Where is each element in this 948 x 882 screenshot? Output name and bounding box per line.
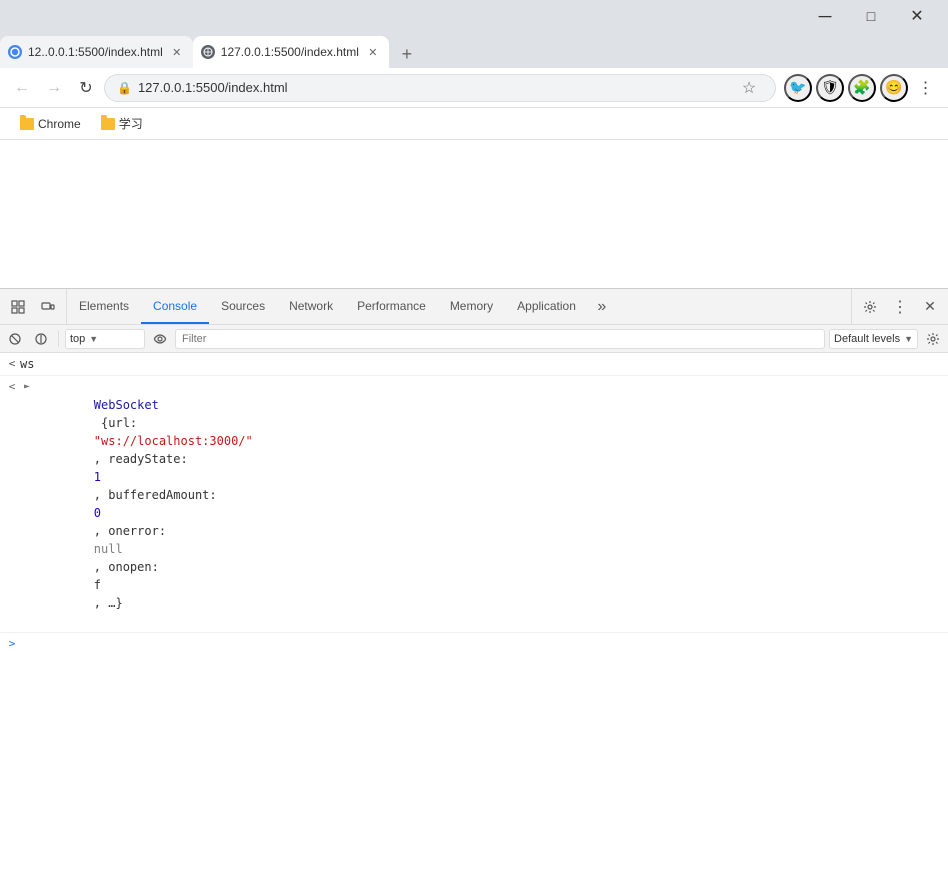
nav-bar: ← → ↻ 🔒 127.0.0.1:5500/index.html ☆ 🐦 🛡 … xyxy=(0,68,948,108)
extensions-area: 🐦 🛡 🧩 😊 xyxy=(784,74,908,102)
tab-memory[interactable]: Memory xyxy=(438,289,505,324)
chrome-menu-button[interactable]: ⋮ xyxy=(912,74,940,102)
tab-title-1: 12..0.0.1:5500/index.html xyxy=(28,45,163,59)
bookmark-folder-icon-study xyxy=(101,118,115,130)
ws-ready-state-key: , readyState: xyxy=(94,452,195,466)
window-controls: ─ □ ✕ xyxy=(802,0,940,32)
console-output: < ws < ► WebSocket {url: "ws://localhost… xyxy=(0,353,948,882)
tab-performance[interactable]: Performance xyxy=(345,289,438,324)
console-line-ws: < ws xyxy=(0,353,948,376)
devtools-right-actions: ⋮ ✕ xyxy=(851,289,948,324)
level-select-value: Default levels xyxy=(834,333,900,345)
extension-twitter-button[interactable]: 🐦 xyxy=(784,74,812,102)
browser-tab-1[interactable]: 12..0.0.1:5500/index.html ✕ xyxy=(0,36,193,68)
ws-type-label: WebSocket xyxy=(94,398,159,412)
level-select-arrow-icon: ▼ xyxy=(904,334,913,344)
devtools-panel: Elements Console Sources Network Perform… xyxy=(0,288,948,882)
title-bar: ─ □ ✕ xyxy=(0,0,948,32)
tab-elements[interactable]: Elements xyxy=(67,289,141,324)
extension-emoji-button[interactable]: 😊 xyxy=(880,74,908,102)
tab-title-2: 127.0.0.1:5500/index.html xyxy=(221,45,359,59)
minimize-button[interactable]: ─ xyxy=(802,0,848,32)
tab-favicon-1 xyxy=(8,45,22,59)
back-button[interactable]: ← xyxy=(8,74,36,102)
console-text-websocket: WebSocket {url: "ws://localhost:3000/" ,… xyxy=(36,378,253,630)
maximize-button[interactable]: □ xyxy=(848,0,894,32)
forward-button[interactable]: → xyxy=(40,74,68,102)
ws-ellipsis: , …} xyxy=(94,596,123,610)
inspect-element-button[interactable] xyxy=(4,293,32,321)
console-text-ws: ws xyxy=(20,355,34,373)
filter-input[interactable] xyxy=(175,329,825,349)
context-select-arrow-icon: ▼ xyxy=(89,334,98,344)
address-text: 127.0.0.1:5500/index.html xyxy=(138,80,729,95)
close-button[interactable]: ✕ xyxy=(894,0,940,32)
ws-onopen-value: f xyxy=(94,578,101,592)
devtools-tab-bar: Elements Console Sources Network Perform… xyxy=(0,289,948,325)
ws-brace-open: {url: xyxy=(94,416,145,430)
tab-console[interactable]: Console xyxy=(141,289,209,324)
devtools-left-actions xyxy=(0,289,67,324)
console-prompt-line: > xyxy=(0,633,948,653)
address-bar[interactable]: 🔒 127.0.0.1:5500/index.html ☆ xyxy=(104,74,776,102)
ws-onerror-key: , onerror: xyxy=(94,524,173,538)
bookmark-study[interactable]: 学习 xyxy=(93,113,151,134)
toolbar-separator xyxy=(58,331,59,347)
extension-puzzle-button[interactable]: 🧩 xyxy=(848,74,876,102)
tab-close-1[interactable]: ✕ xyxy=(169,44,185,60)
devtools-toolbar: top ▼ Default levels ▼ xyxy=(0,325,948,353)
browser-content xyxy=(0,140,948,288)
ws-ready-state-value: 1 xyxy=(94,470,101,484)
tab-application[interactable]: Application xyxy=(505,289,588,324)
ws-url-value: "ws://localhost:3000/" xyxy=(94,434,253,448)
more-tabs-button[interactable]: » xyxy=(588,289,616,325)
devtools-settings-button[interactable] xyxy=(856,293,884,321)
eye-button[interactable] xyxy=(149,328,171,350)
lock-icon: 🔒 xyxy=(117,81,132,95)
device-toggle-button[interactable] xyxy=(34,293,62,321)
stop-console-button[interactable] xyxy=(30,328,52,350)
bookmark-folder-icon-chrome xyxy=(20,118,34,130)
ws-buffered-amount-key: , bufferedAmount: xyxy=(94,488,224,502)
devtools-close-button[interactable]: ✕ xyxy=(916,293,944,321)
level-select[interactable]: Default levels ▼ xyxy=(829,329,918,349)
ws-buffered-amount-value: 0 xyxy=(94,506,101,520)
expand-arrow-websocket[interactable]: ► xyxy=(20,378,34,396)
browser-tab-2[interactable]: 127.0.0.1:5500/index.html ✕ xyxy=(193,36,389,68)
tab-network[interactable]: Network xyxy=(277,289,345,324)
devtools-more-options-button[interactable]: ⋮ xyxy=(886,293,914,321)
context-select[interactable]: top ▼ xyxy=(65,329,145,349)
console-settings-button[interactable] xyxy=(922,328,944,350)
tab-bar: 12..0.0.1:5500/index.html ✕ 127.0.0.1:55… xyxy=(0,32,948,68)
console-arrow-websocket[interactable]: < xyxy=(4,378,20,396)
clear-console-button[interactable] xyxy=(4,328,26,350)
console-line-websocket: < ► WebSocket {url: "ws://localhost:3000… xyxy=(0,376,948,633)
new-tab-button[interactable]: + xyxy=(393,40,421,68)
ws-onopen-key: , onopen: xyxy=(94,560,166,574)
bookmark-star-button[interactable]: ☆ xyxy=(735,74,763,102)
console-prompt-input[interactable] xyxy=(20,636,944,650)
bookmark-chrome-label: Chrome xyxy=(38,117,81,131)
bookmark-chrome[interactable]: Chrome xyxy=(12,115,89,133)
tab-favicon-2 xyxy=(201,45,215,59)
console-prompt-arrow: > xyxy=(4,637,20,650)
extension-shield-button[interactable]: 🛡 xyxy=(816,74,844,102)
reload-button[interactable]: ↻ xyxy=(72,74,100,102)
tab-close-2[interactable]: ✕ xyxy=(365,44,381,60)
tab-sources[interactable]: Sources xyxy=(209,289,277,324)
devtools-tab-list: Elements Console Sources Network Perform… xyxy=(67,289,851,324)
console-arrow-ws[interactable]: < xyxy=(4,355,20,373)
bookmark-study-label: 学习 xyxy=(119,115,143,132)
bookmarks-bar: Chrome 学习 xyxy=(0,108,948,140)
ws-onerror-value: null xyxy=(94,542,123,556)
context-select-value: top xyxy=(70,333,85,345)
